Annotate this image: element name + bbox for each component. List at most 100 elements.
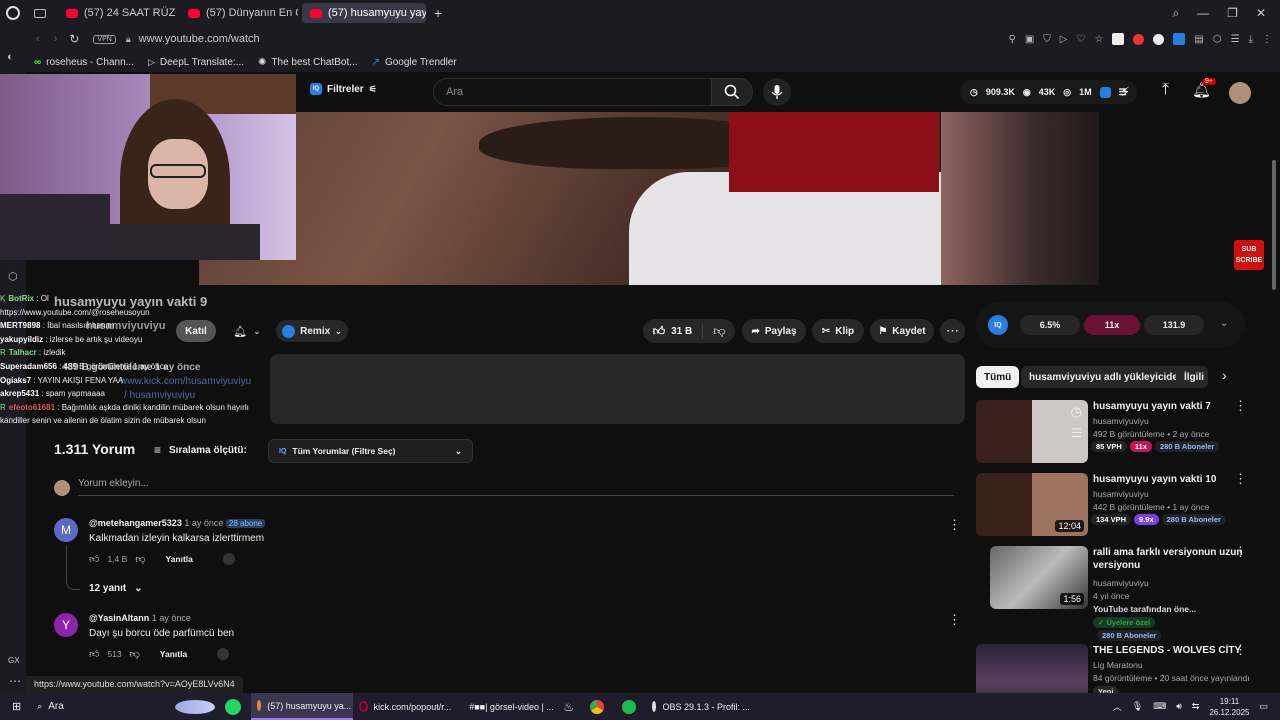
forward-icon[interactable]: › xyxy=(54,33,58,45)
comment-time[interactable]: 1 ay önce xyxy=(152,613,191,623)
add-comment-input[interactable]: Yorum ekleyin... xyxy=(78,478,954,496)
description-box[interactable] xyxy=(270,354,965,424)
download-icon[interactable]: ⤓ xyxy=(1249,34,1253,45)
network-icon[interactable]: ⌨ xyxy=(1153,701,1166,712)
comment-time[interactable]: 1 ay önce xyxy=(184,518,223,528)
more-actions-button[interactable]: ⋯ xyxy=(940,319,965,343)
taskbar-obs[interactable]: OBS 29.1.3 - Profil: ... xyxy=(646,693,756,720)
share-button[interactable]: ➦ Paylaş xyxy=(742,319,806,343)
chevron-right-icon[interactable]: › xyxy=(1222,367,1227,383)
suggested-menu-icon[interactable]: ⋮ xyxy=(1234,399,1247,412)
comment-filter-select[interactable]: IQ Tüm Yorumlar (Filtre Seç) ⌄ xyxy=(268,439,473,463)
extension-1-icon[interactable] xyxy=(1112,33,1125,45)
tab-1[interactable]: (57) 24 SAAT RÜZGAR TÜ xyxy=(58,3,176,23)
chip-related[interactable]: İlgili xyxy=(1176,366,1208,388)
notification-center-icon[interactable]: ▭ xyxy=(1259,701,1268,712)
tab-2[interactable]: (57) Dünyanın En Obez Ş xyxy=(180,3,298,23)
video-thumbnail[interactable]: 1:56 xyxy=(990,546,1088,609)
taskbar-browser-youtube[interactable]: (57) husamyuyu ya... xyxy=(251,693,354,720)
suggested-title[interactable]: ralli ama farklı versiyonun uzun versiyo… xyxy=(1093,546,1243,572)
video-thumbnail[interactable]: 12:04 xyxy=(976,473,1088,536)
search-input[interactable]: Ara xyxy=(433,78,711,106)
minimize-icon[interactable]: — xyxy=(1197,6,1209,21)
taskbar-search[interactable]: ⌕ Ara xyxy=(31,693,221,720)
suggested-title[interactable]: THE LEGENDS - WOLVES CİTY xyxy=(1093,644,1243,657)
suggested-title[interactable]: husamyuyu yayın vakti 7 xyxy=(1093,400,1243,413)
comment-avatar[interactable]: M xyxy=(54,518,78,542)
star-icon[interactable]: ☆ xyxy=(1094,34,1103,45)
thumbs-up-icon[interactable]: 👍︎ xyxy=(89,553,99,565)
workspaces-icon[interactable] xyxy=(34,8,46,18)
save-button[interactable]: ⚑ Kaydet xyxy=(870,319,934,343)
watch-later-icon[interactable]: ◷ xyxy=(1071,404,1082,420)
back-icon[interactable]: ‹ xyxy=(36,33,40,45)
reply-button[interactable]: Yanıtla xyxy=(165,554,192,564)
suggested-menu-icon[interactable]: ⋮ xyxy=(1234,472,1247,485)
sort-button[interactable]: ≡ Sıralama ölçütü: xyxy=(154,443,247,457)
suggested-title[interactable]: husamyuyu yayın vakti 10 xyxy=(1093,473,1243,486)
like-button[interactable]: 👍︎ 31 B xyxy=(653,323,704,339)
suggested-channel[interactable]: husamviyuviyu xyxy=(1093,489,1149,499)
extension-5-icon[interactable]: ▤ xyxy=(1194,34,1203,45)
reply-button[interactable]: Yanıtla xyxy=(160,649,187,659)
subscribed-bell-button[interactable]: 🔔︎ ⌄ xyxy=(226,320,268,342)
notifications-button[interactable]: 🔔︎ 9+ xyxy=(1192,78,1216,99)
suggested-channel[interactable]: husamviyuviyu xyxy=(1093,578,1149,588)
comment-author[interactable]: @YasinAltann xyxy=(89,613,149,623)
easy-setup-icon[interactable]: ☰ xyxy=(1231,34,1240,45)
close-window-icon[interactable]: ✕ xyxy=(1256,6,1266,21)
search-button[interactable] xyxy=(711,78,753,106)
pin-icon[interactable]: ⚲ xyxy=(1009,34,1016,45)
steam-icon[interactable]: ♨ xyxy=(563,700,574,714)
play-icon[interactable]: ▷ xyxy=(1060,34,1068,45)
sidebar-settings-icon[interactable]: ⬡ xyxy=(8,270,18,283)
thumbs-down-icon[interactable]: 👎︎ xyxy=(135,553,145,565)
upload-icon[interactable]: ⤒ xyxy=(1162,81,1169,99)
shield-icon[interactable]: ⛉ xyxy=(1043,34,1051,45)
extension-4-icon[interactable] xyxy=(1173,33,1186,45)
add-to-queue-icon[interactable]: ☰ xyxy=(1071,426,1082,440)
replies-toggle[interactable]: 12 yanıt ⌄ xyxy=(89,583,143,594)
voice-search-button[interactable] xyxy=(763,78,791,106)
windows-start-icon[interactable]: ⊞ xyxy=(12,700,21,713)
suggested-video[interactable]: ◷ ☰ husamyuyu yayın vakti 7 husamviyuviyu 49… xyxy=(976,399,1256,464)
bookmark-google-trends[interactable]: ↗ Google Trendler xyxy=(372,57,457,68)
filters-button[interactable]: IQ Filtreler ⚟ xyxy=(310,83,377,95)
dislike-button[interactable]: 👎︎ xyxy=(703,324,725,339)
chip-uploader[interactable]: husamviyuviyu adlı yükleyiciden xyxy=(1021,366,1193,388)
bookmark-chatbot[interactable]: ✺ The best ChatBot... xyxy=(258,57,358,68)
opera-logo-icon[interactable] xyxy=(6,6,20,20)
comment-avatar[interactable]: Y xyxy=(54,613,78,637)
taskbar-browser-kick[interactable]: kick.com/popout/r... xyxy=(353,693,457,720)
extension-bolt-icon[interactable]: ⚡︎ xyxy=(1121,84,1130,100)
suggested-menu-icon[interactable]: ⋮ xyxy=(1234,643,1247,656)
tray-chevron-icon[interactable]: ︿ xyxy=(1113,700,1122,713)
video-player[interactable] xyxy=(199,112,1099,285)
iq-reply-icon[interactable] xyxy=(217,648,230,660)
comment-author[interactable]: @metehangamer5323 xyxy=(89,518,182,528)
avatar[interactable] xyxy=(1229,82,1251,104)
suggested-menu-icon[interactable]: ⋮ xyxy=(1234,545,1247,558)
clip-button[interactable]: ✂ Klip xyxy=(812,319,864,343)
suggested-video[interactable]: 1:56 ralli ama farklı versiyonun uzun ver… xyxy=(976,545,1256,641)
video-thumbnail[interactable]: ◷ ☰ xyxy=(976,400,1088,463)
reload-icon[interactable]: ↻ xyxy=(69,32,79,46)
thumbs-down-icon[interactable]: 👎︎ xyxy=(130,648,140,660)
search-tabs-icon[interactable]: ⌕ xyxy=(1172,6,1179,21)
vpn-badge[interactable]: VPN xyxy=(93,34,116,44)
thumbs-up-icon[interactable]: 👍︎ xyxy=(89,648,99,660)
spotify-icon[interactable] xyxy=(621,699,636,714)
snapshot-icon[interactable]: ▣ xyxy=(1025,34,1034,45)
mic-tray-icon[interactable]: 🎙︎ xyxy=(1132,701,1143,712)
chevron-down-icon[interactable]: ⌄ xyxy=(1220,318,1228,329)
description-link[interactable]: www.kick.com/husamviyuviyu xyxy=(120,376,251,387)
sidebar-more-icon[interactable]: ⋯ xyxy=(9,674,21,688)
page-scrollbar[interactable] xyxy=(1272,160,1276,290)
description-link-2[interactable]: / husamviyuviyu xyxy=(124,390,195,401)
chip-all[interactable]: Tümü xyxy=(976,366,1020,388)
clock[interactable]: 19:11 26.12.2025 xyxy=(1209,696,1249,718)
remix-button[interactable]: Remix ⌄ xyxy=(276,320,348,342)
extension-2-icon[interactable] xyxy=(1133,33,1145,45)
chrome-icon[interactable] xyxy=(589,699,604,714)
taskbar-discord[interactable]: #■■| görsel-video | ... xyxy=(457,693,557,720)
